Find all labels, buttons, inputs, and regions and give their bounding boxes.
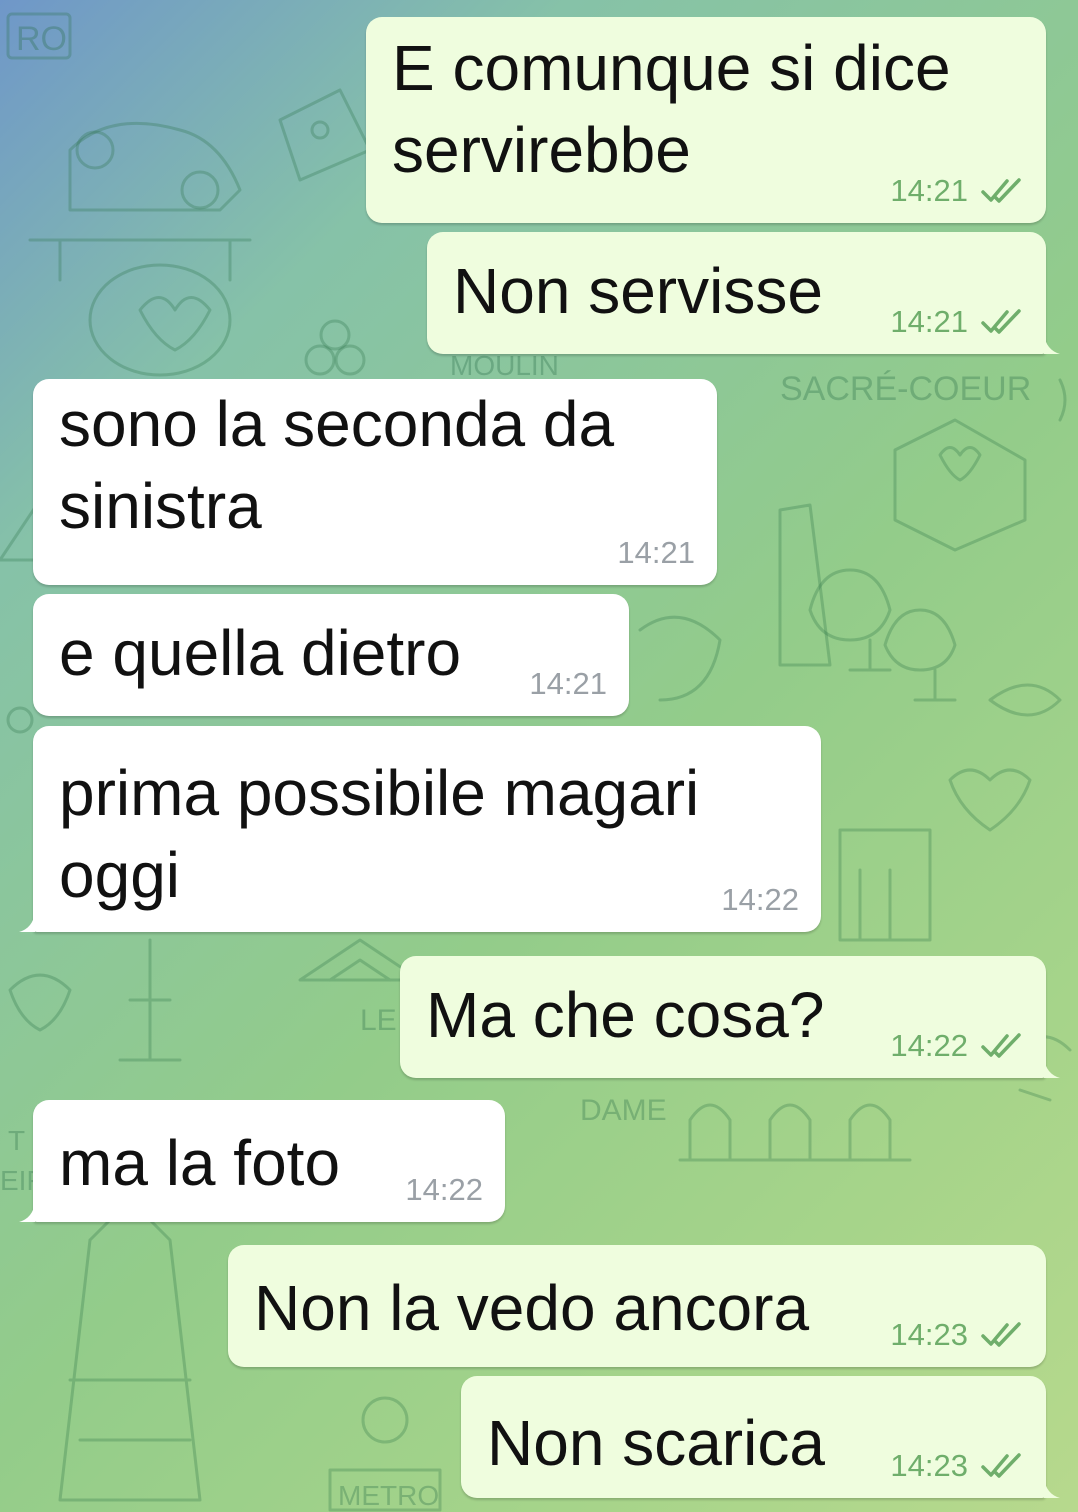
message-time: 14:23 [890, 1448, 968, 1483]
message-line: e quella dietro [59, 617, 462, 689]
bubble-tail [1044, 1478, 1060, 1498]
message-text: Non la vedo ancora [254, 1267, 809, 1349]
message-meta: 14:23 [890, 1450, 1024, 1482]
message-meta: 14:21 [890, 175, 1024, 207]
double-check-icon [981, 1033, 1021, 1058]
message-incoming[interactable]: e quella dietro 14:21 [33, 594, 629, 716]
wallpaper-label-metro: METRO [338, 1480, 439, 1511]
message-text: E comunque si dice servirebbe [392, 27, 951, 191]
double-check-icon [981, 178, 1021, 203]
message-time: 14:22 [721, 882, 799, 917]
message-meta: 14:22 [405, 1174, 483, 1206]
message-line: sinistra [59, 470, 262, 542]
message-outgoing[interactable]: Non scarica 14:23 [461, 1376, 1060, 1498]
wallpaper-label-sacre-coeur: SACRÉ-COEUR [780, 370, 1031, 408]
message-meta: 14:21 [617, 537, 695, 569]
wallpaper-label-dame: DAME [580, 1094, 667, 1127]
bubble-tail [1044, 1058, 1060, 1078]
message-text: ma la foto [59, 1122, 340, 1204]
message-line: ma la foto [59, 1127, 341, 1199]
message-line: prima possibile magari [59, 757, 700, 829]
message-outgoing[interactable]: Non la vedo ancora 14:23 [228, 1245, 1046, 1367]
message-line: Ma che cosa? [426, 979, 825, 1051]
wallpaper-label-le: LE [360, 1004, 397, 1037]
message-meta: 14:21 [529, 668, 607, 700]
message-text: e quella dietro [59, 612, 461, 694]
wallpaper-label-moulin: MOULIN [450, 350, 559, 381]
message-incoming[interactable]: sono la seconda da sinistra 14:21 [33, 379, 717, 585]
message-text: Non scarica [487, 1402, 825, 1484]
message-meta: 14:21 [890, 306, 1024, 338]
message-outgoing[interactable]: Ma che cosa? 14:22 [400, 956, 1060, 1078]
bubble-tail [19, 1202, 35, 1222]
double-check-icon [981, 309, 1021, 334]
message-line: Non servisse [453, 255, 823, 327]
message-text: Non servisse [453, 250, 823, 332]
message-text: sono la seconda da sinistra [59, 383, 614, 547]
message-incoming[interactable]: prima possibile magari oggi 14:22 [19, 726, 821, 932]
bubble-tail [1044, 334, 1060, 354]
double-check-icon [981, 1322, 1021, 1347]
message-incoming[interactable]: ma la foto 14:22 [19, 1100, 505, 1222]
message-line: servirebbe [392, 114, 691, 186]
message-line: Non scarica [487, 1407, 825, 1479]
message-meta: 14:23 [890, 1319, 1024, 1351]
message-time: 14:21 [890, 304, 968, 339]
message-outgoing[interactable]: Non servisse 14:21 [427, 232, 1060, 354]
double-check-icon [981, 1453, 1021, 1478]
message-time: 14:22 [405, 1172, 483, 1207]
message-text: prima possibile magari oggi [59, 752, 699, 916]
message-time: 14:23 [890, 1317, 968, 1352]
message-time: 14:21 [529, 666, 607, 701]
message-text: Ma che cosa? [426, 974, 824, 1056]
message-time: 14:22 [890, 1028, 968, 1063]
wallpaper-label-t: T [8, 1125, 25, 1156]
message-line: oggi [59, 839, 180, 911]
message-outgoing[interactable]: E comunque si dice servirebbe 14:21 [366, 17, 1046, 223]
wallpaper-label-ro: RO [16, 20, 67, 58]
message-time: 14:21 [617, 535, 695, 570]
message-meta: 14:22 [721, 884, 799, 916]
message-meta: 14:22 [890, 1030, 1024, 1062]
bubble-tail [19, 912, 35, 932]
message-line: Non la vedo ancora [254, 1272, 810, 1344]
message-time: 14:21 [890, 173, 968, 208]
message-line: sono la seconda da [59, 388, 615, 460]
message-line: E comunque si dice [392, 32, 951, 104]
